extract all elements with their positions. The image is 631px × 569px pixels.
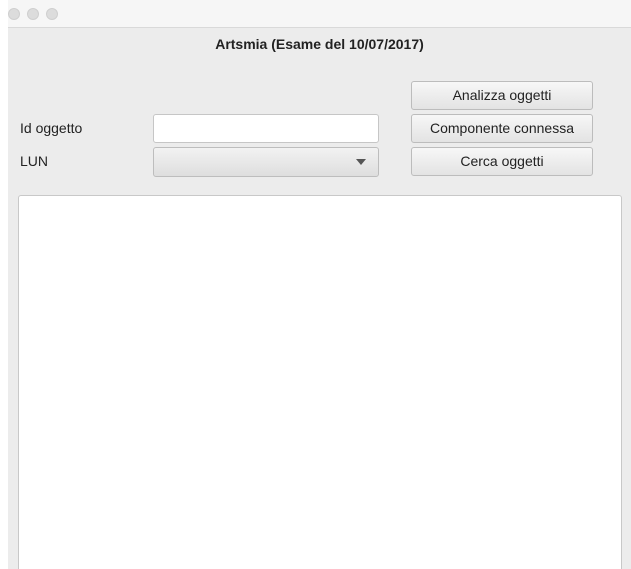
chevron-down-icon bbox=[356, 159, 366, 165]
close-window-icon[interactable] bbox=[8, 8, 20, 20]
id-oggetto-label: Id oggetto bbox=[20, 120, 83, 136]
page-title: Artsmia (Esame del 10/07/2017) bbox=[215, 36, 424, 52]
analizza-oggetti-button[interactable]: Analizza oggetti bbox=[411, 81, 593, 110]
componente-connessa-button[interactable]: Componente connessa bbox=[411, 114, 593, 143]
id-oggetto-input[interactable] bbox=[153, 114, 379, 143]
zoom-window-icon[interactable] bbox=[46, 8, 58, 20]
result-text-area[interactable] bbox=[18, 195, 622, 569]
minimize-window-icon[interactable] bbox=[27, 8, 39, 20]
title-bar bbox=[8, 0, 631, 28]
app-window: Artsmia (Esame del 10/07/2017) Id oggett… bbox=[8, 0, 631, 569]
cerca-oggetti-button[interactable]: Cerca oggetti bbox=[411, 147, 593, 176]
lun-dropdown[interactable] bbox=[153, 147, 379, 177]
lun-label: LUN bbox=[20, 153, 49, 169]
